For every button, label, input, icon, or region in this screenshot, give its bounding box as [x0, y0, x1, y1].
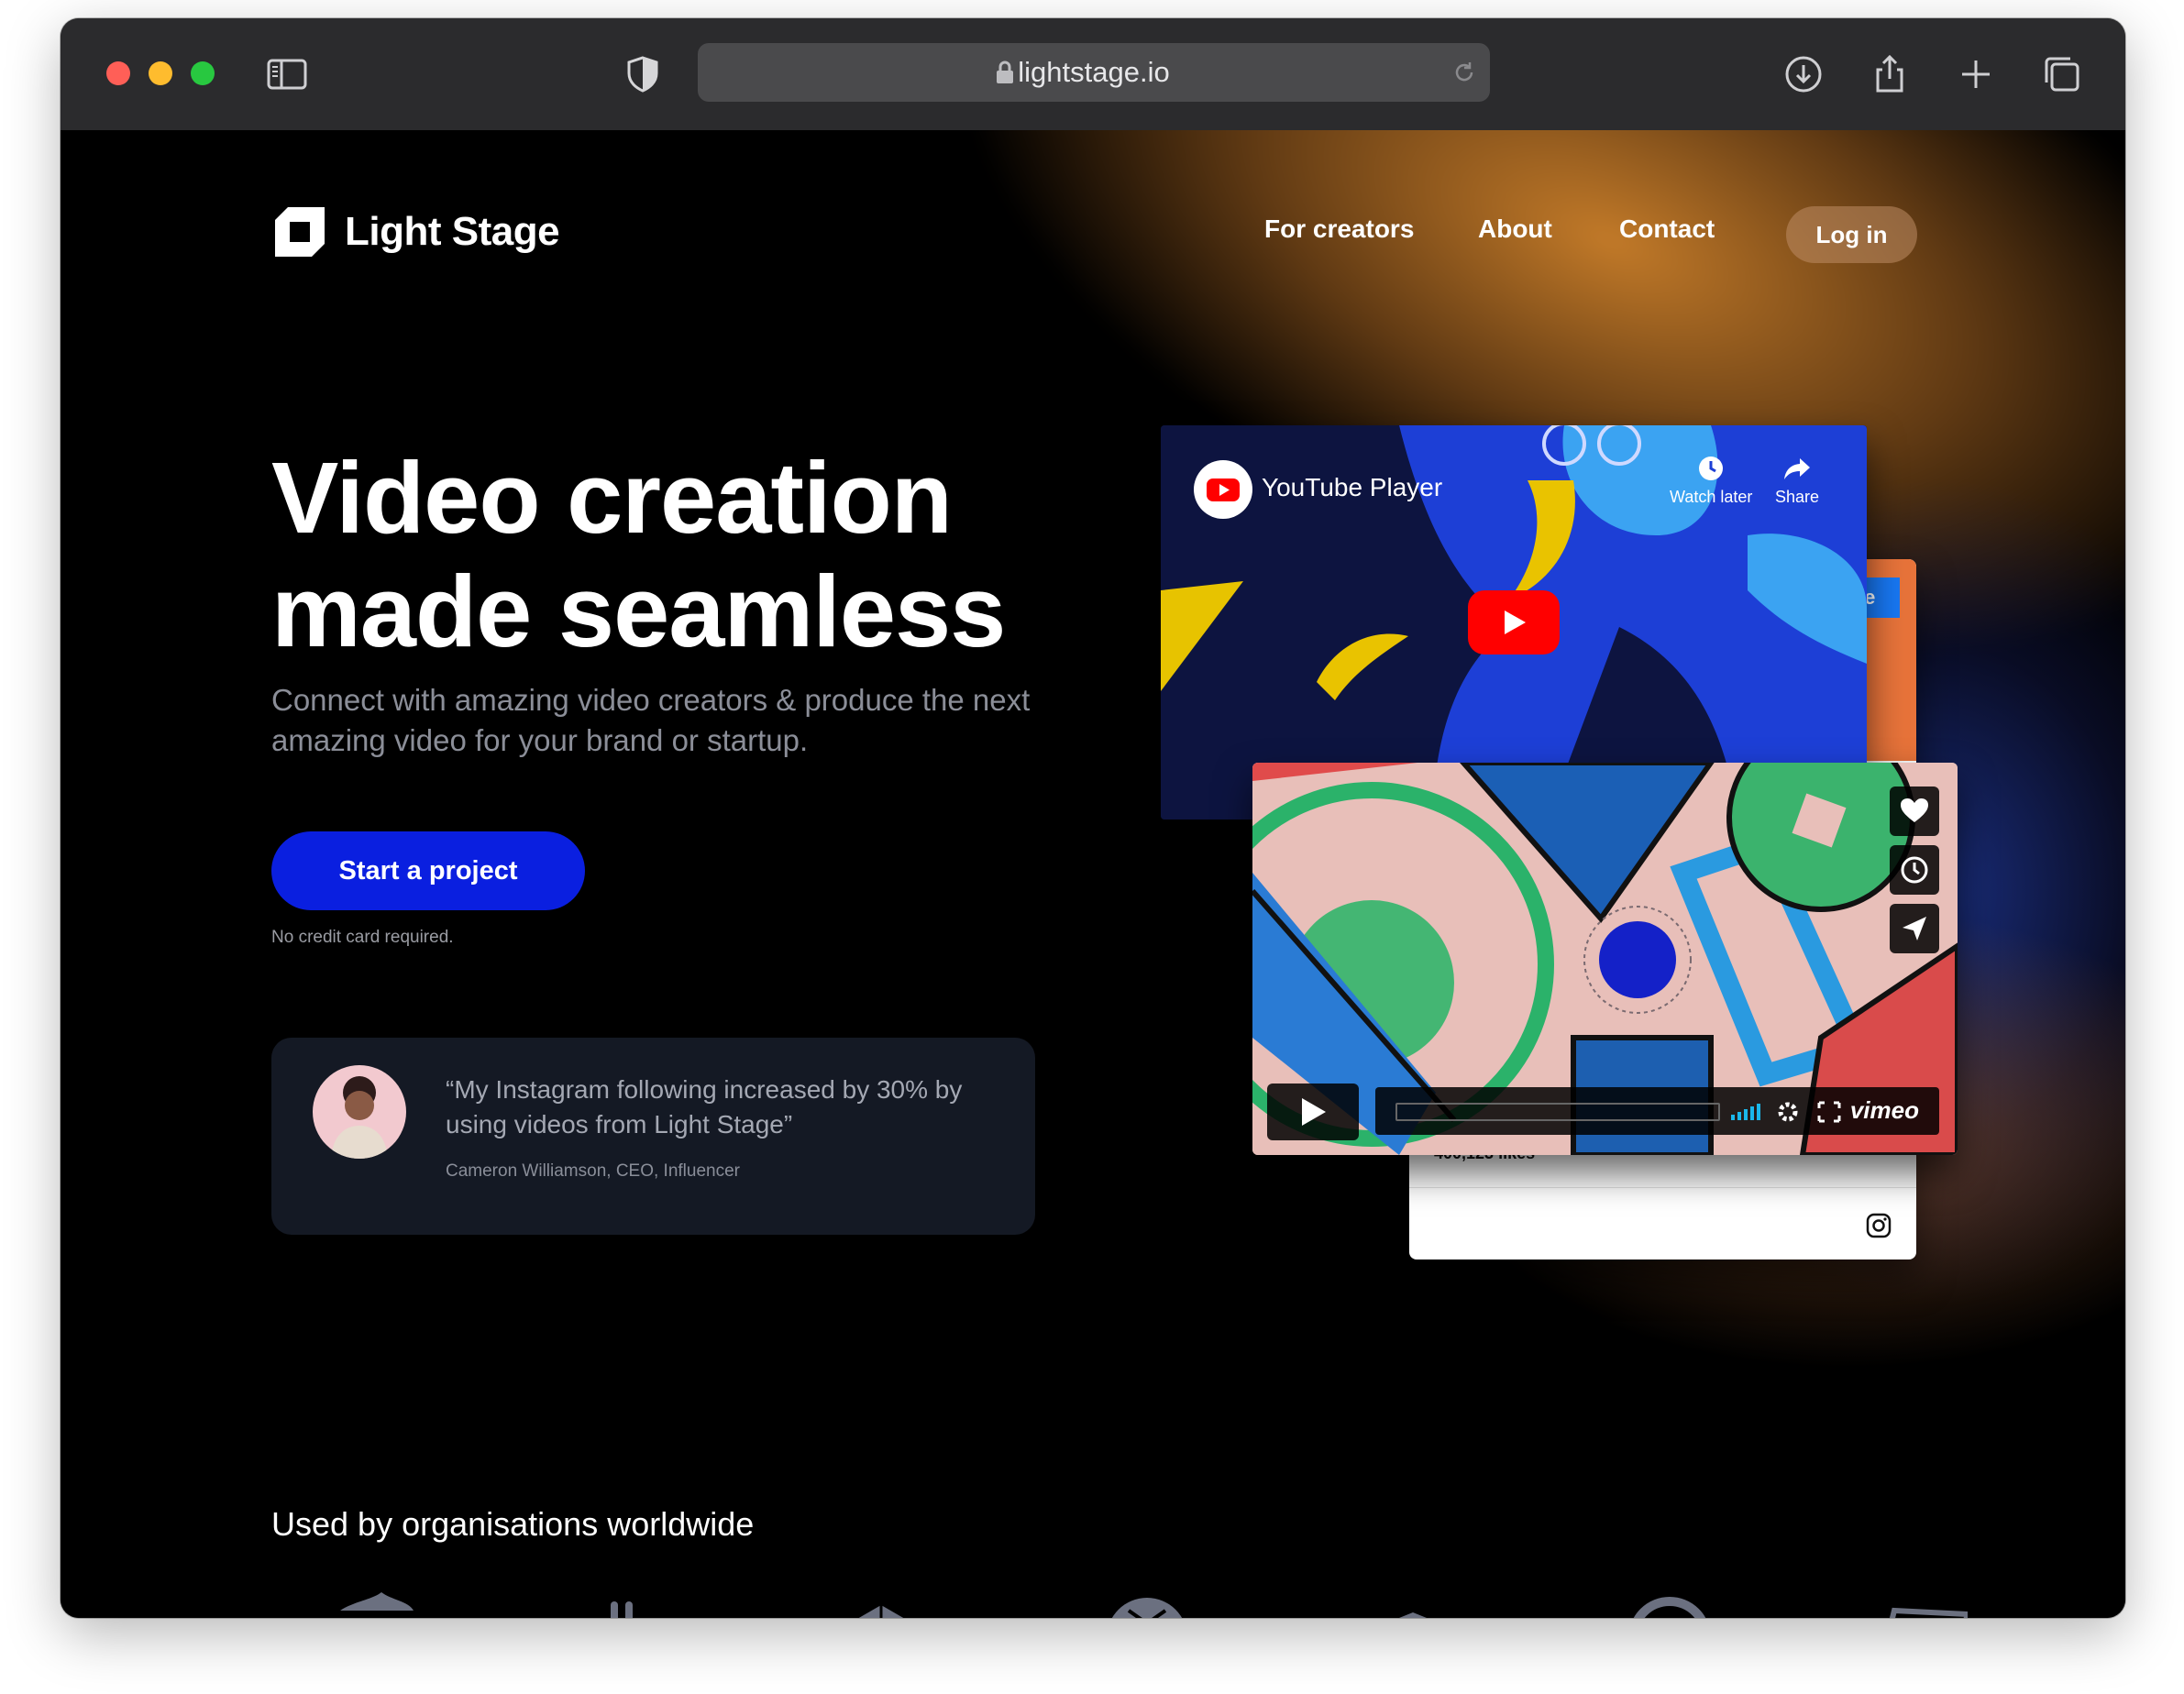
watch-later-label: Watch later — [1670, 488, 1753, 506]
login-button[interactable]: Log in — [1786, 206, 1917, 263]
testimonial-card: “My Instagram following increased by 30%… — [271, 1038, 1035, 1235]
reload-icon[interactable] — [1451, 60, 1477, 85]
heart-icon — [1901, 798, 1928, 822]
divider — [1409, 1187, 1916, 1188]
vimeo-control-bar: vimeo — [1375, 1087, 1939, 1135]
watch-later-action: Watch later — [1670, 453, 1752, 507]
youtube-play-button — [1468, 590, 1560, 654]
hero-title-line-2: made seamless — [271, 556, 1006, 668]
zoom-window-button[interactable] — [191, 61, 215, 85]
share-arrow-icon — [1784, 458, 1811, 479]
vimeo-progress-bar — [1395, 1103, 1720, 1121]
orgs-heading: Used by organisations worldwide — [271, 1505, 755, 1543]
cta-note: No credit card required. — [271, 928, 454, 947]
start-project-button[interactable]: Start a project — [271, 831, 585, 910]
sidebar-toggle-icon[interactable] — [266, 53, 308, 95]
testimonial-author: Cameron Williamson, CEO, Influencer — [446, 1161, 740, 1181]
light-stage-logo-icon — [275, 207, 325, 257]
share-action: Share — [1775, 453, 1819, 507]
book-icon — [840, 1592, 922, 1618]
hero-title-line-1: Video creation — [271, 442, 953, 555]
download-icon[interactable] — [1782, 53, 1825, 95]
avatar — [313, 1065, 406, 1159]
cap-icon — [1372, 1592, 1454, 1618]
vimeo-play-button — [1267, 1084, 1359, 1140]
paper-plane-icon — [1903, 917, 1926, 940]
web-page: Light Stage For creators About Contact L… — [61, 130, 2125, 1618]
tab-overview-icon[interactable] — [2041, 53, 2083, 95]
vimeo-like-button — [1890, 786, 1939, 836]
browser-window: lightstage.io Light Stage For creators A… — [61, 18, 2125, 1618]
address-bar[interactable]: lightstage.io — [698, 43, 1490, 102]
vimeo-controls-icons — [1731, 1101, 1841, 1123]
twitter-icon — [336, 1592, 418, 1618]
box-icon — [1885, 1592, 1972, 1618]
clock-icon — [1901, 856, 1928, 884]
privacy-shield-icon[interactable] — [622, 53, 664, 95]
close-window-button[interactable] — [106, 61, 130, 85]
circle-icon — [1628, 1592, 1711, 1618]
org-logos-row — [271, 1592, 2013, 1618]
nav-for-creators[interactable]: For creators — [1264, 214, 1414, 244]
clock-icon — [1699, 456, 1724, 480]
vimeo-brand: vimeo — [1849, 1096, 1919, 1124]
share-label: Share — [1775, 488, 1820, 506]
brand-name: Light Stage — [345, 209, 560, 254]
share-icon[interactable] — [1869, 53, 1911, 95]
vimeo-watch-later-button — [1890, 845, 1939, 895]
hero-title: Video creation made seamless — [271, 442, 1097, 669]
nav-about[interactable]: About — [1478, 214, 1552, 244]
new-tab-icon[interactable] — [1955, 53, 1997, 95]
mail-icon — [1106, 1592, 1188, 1618]
youtube-logo — [1194, 460, 1252, 519]
vimeo-share-button — [1890, 904, 1939, 953]
hero-subtitle: Connect with amazing video creators & pr… — [271, 683, 1031, 757]
youtube-player-card: YouTube Player Watch later Share — [1161, 425, 1867, 820]
browser-toolbar: lightstage.io — [61, 18, 2125, 131]
dots-icon — [583, 1592, 666, 1618]
youtube-player-title: YouTube Player — [1262, 473, 1443, 501]
nav-contact[interactable]: Contact — [1619, 214, 1715, 244]
vimeo-player-card: vimeo — [1252, 763, 1958, 1155]
site-logo[interactable]: Light Stage — [271, 204, 560, 260]
url-text: lightstage.io — [1018, 56, 1170, 88]
minimize-window-button[interactable] — [149, 61, 172, 85]
testimonial-quote: “My Instagram following increased by 30%… — [446, 1075, 963, 1138]
instagram-icon — [1866, 1213, 1892, 1238]
